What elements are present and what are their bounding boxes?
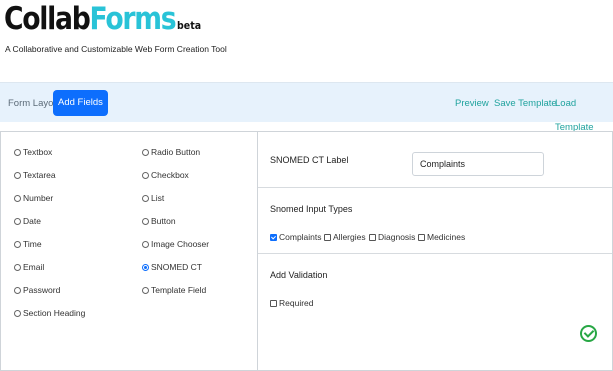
input-type-medicines[interactable]: Medicines <box>418 232 465 242</box>
save-template-link[interactable]: Save Template <box>494 92 557 116</box>
radio-icon[interactable] <box>14 287 21 294</box>
field-type-list[interactable]: List <box>142 193 164 203</box>
radio-icon[interactable] <box>142 241 149 248</box>
input-types-title: Snomed Input Types <box>270 204 353 214</box>
checkbox-checked-icon[interactable] <box>270 234 277 241</box>
radio-icon[interactable] <box>142 287 149 294</box>
input-type-allergies[interactable]: Allergies <box>324 232 366 242</box>
divider <box>258 253 612 254</box>
add-fields-tab[interactable]: Add Fields <box>53 90 108 116</box>
radio-icon[interactable] <box>142 149 149 156</box>
required-checkbox[interactable]: Required <box>270 298 314 308</box>
divider <box>258 187 612 188</box>
radio-icon[interactable] <box>142 195 149 202</box>
radio-icon[interactable] <box>14 195 21 202</box>
field-type-time[interactable]: Time <box>14 239 42 249</box>
field-properties-panel: SNOMED CT Label Complaints Snomed Input … <box>257 131 613 371</box>
top-navbar: Form Layout Add Fields Preview Save Temp… <box>0 82 613 133</box>
checkbox-icon[interactable] <box>418 234 425 241</box>
logo-beta: beta <box>177 19 202 32</box>
load-template-link[interactable]: Load Template <box>555 92 613 133</box>
radio-icon[interactable] <box>142 218 149 225</box>
field-type-snomed-ct[interactable]: SNOMED CT <box>142 262 202 272</box>
validation-title: Add Validation <box>270 270 328 280</box>
app-header: CollabForms beta A Collaborative and Cust… <box>0 0 613 72</box>
field-type-image-chooser[interactable]: Image Chooser <box>142 239 209 249</box>
field-type-textarea[interactable]: Textarea <box>14 170 56 180</box>
field-type-textbox[interactable]: Textbox <box>14 147 52 157</box>
snomed-label-caption: SNOMED CT Label <box>270 155 349 165</box>
tagline: A Collaborative and Customizable Web For… <box>5 44 227 54</box>
field-type-button[interactable]: Button <box>142 216 176 226</box>
field-type-password[interactable]: Password <box>14 285 60 295</box>
field-type-radio-button[interactable]: Radio Button <box>142 147 200 157</box>
field-type-template-field[interactable]: Template Field <box>142 285 206 295</box>
field-type-section-heading[interactable]: Section Heading <box>14 308 85 318</box>
logo-collab: Collab <box>4 1 91 37</box>
preview-link[interactable]: Preview <box>455 92 489 116</box>
field-type-date[interactable]: Date <box>14 216 41 226</box>
field-type-checkbox[interactable]: Checkbox <box>142 170 189 180</box>
radio-icon[interactable] <box>14 241 21 248</box>
field-type-email[interactable]: Email <box>14 262 44 272</box>
radio-icon[interactable] <box>14 218 21 225</box>
radio-icon[interactable] <box>14 172 21 179</box>
field-type-number[interactable]: Number <box>14 193 53 203</box>
logo-forms: Forms <box>89 1 177 37</box>
input-type-complaints[interactable]: Complaints <box>270 232 322 242</box>
checkbox-icon[interactable] <box>324 234 331 241</box>
radio-selected-icon[interactable] <box>142 264 149 271</box>
snomed-label-input[interactable]: Complaints <box>412 152 544 176</box>
radio-icon[interactable] <box>14 149 21 156</box>
input-type-diagnosis[interactable]: Diagnosis <box>369 232 415 242</box>
radio-icon[interactable] <box>142 172 149 179</box>
checkbox-icon[interactable] <box>369 234 376 241</box>
field-type-panel: Textbox Textarea Number Date Time Email … <box>0 131 257 371</box>
app-logo: CollabForms beta <box>4 2 201 43</box>
radio-icon[interactable] <box>14 310 21 317</box>
checkbox-icon[interactable] <box>270 300 277 307</box>
check-circle-icon[interactable] <box>580 325 597 342</box>
radio-icon[interactable] <box>14 264 21 271</box>
